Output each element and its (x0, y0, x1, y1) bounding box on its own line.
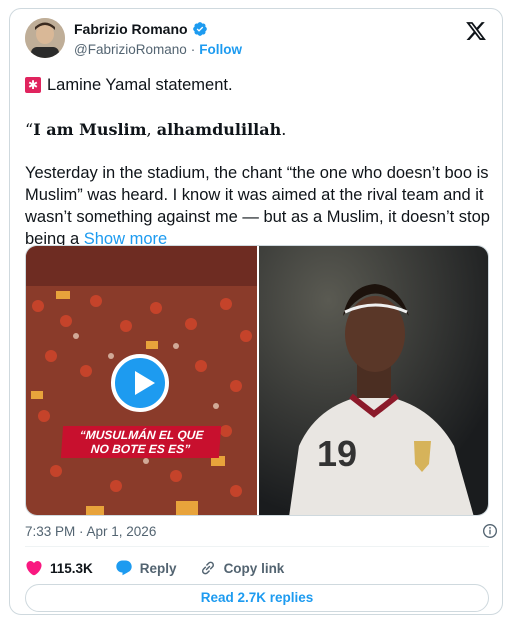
tweet-media: “MUSULMÁN EL QUE NO BOTE ES ES” 19 (25, 245, 489, 516)
quote-bold-1: I am Muslim (33, 120, 147, 139)
play-button[interactable] (111, 354, 169, 412)
verified-badge-icon (192, 21, 208, 37)
reply-label: Reply (139, 560, 177, 576)
player-image: 19 (259, 246, 488, 515)
tweet-paragraph: Yesterday in the stadium, the chant “the… (25, 162, 495, 250)
tweet-timestamp[interactable]: 7:33 PM · Apr 1, 2026 (25, 524, 156, 539)
info-icon[interactable] (482, 523, 498, 539)
reply-button[interactable]: Reply (115, 559, 177, 577)
x-logo-icon[interactable] (465, 20, 487, 42)
like-count: 115.3K (50, 560, 93, 576)
quote-open-mark: “ (25, 120, 34, 139)
tweet-quote-line: “I am Muslim, alhamdulillah. (25, 119, 495, 141)
avatar[interactable] (25, 18, 65, 58)
quote-comma: , (146, 120, 157, 139)
jersey-number: 19 (317, 433, 357, 474)
tweet-line-1: Lamine Yamal statement. (25, 74, 495, 96)
link-icon (201, 561, 214, 575)
author-name-row: Fabrizio Romano (74, 21, 208, 37)
quote-bold-2: alhamdulillah (156, 120, 282, 139)
divider (25, 546, 489, 547)
siren-emoji-icon (25, 77, 41, 93)
action-bar: 115.3K Reply Copy link (25, 557, 306, 579)
separator-dot: · (190, 42, 196, 57)
player-photo[interactable]: 19 (259, 246, 488, 515)
author-handle-row: @FabrizioRomano · Follow (74, 42, 242, 57)
tweet-card: Fabrizio Romano @FabrizioRomano · Follow… (9, 8, 503, 615)
author-handle[interactable]: @FabrizioRomano (74, 42, 187, 57)
reply-bubble-icon (116, 560, 132, 576)
video-thumbnail[interactable]: “MUSULMÁN EL QUE NO BOTE ES ES” (26, 246, 257, 515)
tweet-headline: Lamine Yamal statement. (47, 76, 233, 94)
author-name[interactable]: Fabrizio Romano (74, 21, 188, 37)
copy-link-label: Copy link (223, 560, 285, 576)
follow-button[interactable]: Follow (199, 42, 242, 57)
quote-end: . (281, 120, 287, 139)
video-caption-line-2: NO BOTE ES ES” (90, 442, 191, 456)
tweet-header: Fabrizio Romano @FabrizioRomano · Follow (25, 18, 489, 62)
like-button[interactable]: 115.3K (25, 559, 93, 577)
copy-link-button[interactable]: Copy link (199, 559, 285, 577)
heart-icon (26, 561, 42, 576)
video-caption-line-1: “MUSULMÁN EL QUE (79, 428, 204, 442)
read-replies-button[interactable]: Read 2.7K replies (25, 584, 489, 612)
video-caption-banner: “MUSULMÁN EL QUE NO BOTE ES ES” (60, 426, 222, 458)
